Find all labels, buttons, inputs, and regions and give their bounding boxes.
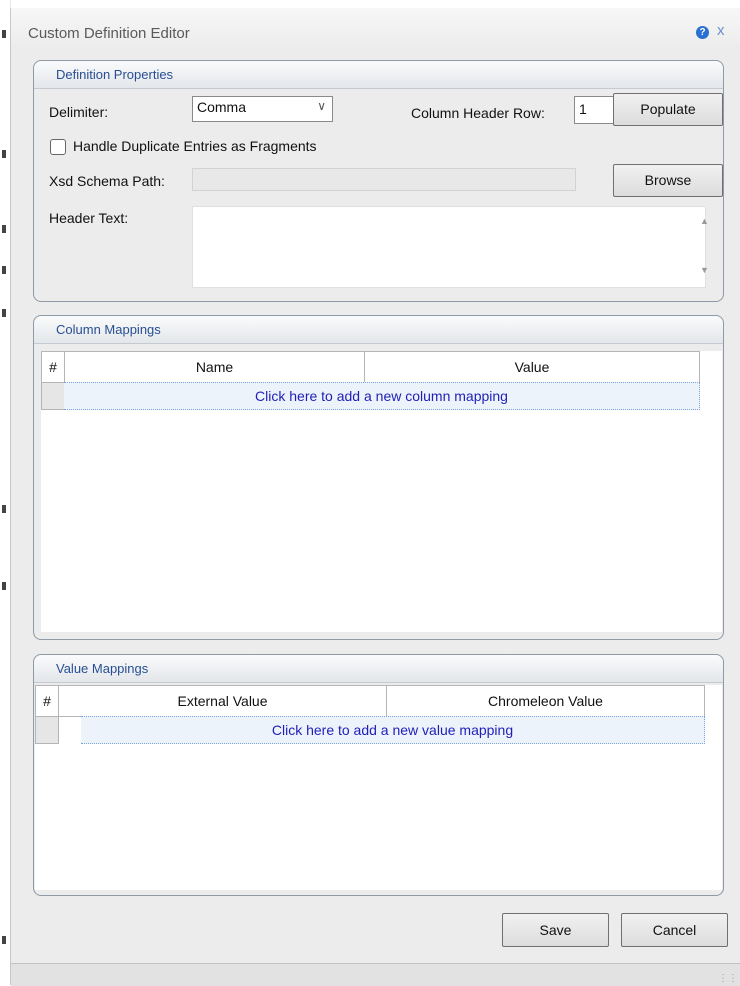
add-value-mapping-link[interactable]: Click here to add a new value mapping bbox=[81, 717, 704, 743]
add-value-mapping-row[interactable]: Click here to add a new value mapping bbox=[81, 716, 705, 744]
column-header-value[interactable]: Value bbox=[365, 352, 699, 382]
populate-button[interactable]: Populate bbox=[613, 93, 723, 126]
delimiter-combo[interactable]: Comma ∨ bbox=[192, 96, 333, 122]
value-header-chromeleon-value[interactable]: Chromeleon Value bbox=[387, 686, 704, 716]
column-header-number[interactable]: # bbox=[42, 352, 65, 382]
handle-duplicates-label: Handle Duplicate Entries as Fragments bbox=[73, 138, 317, 154]
background-mark bbox=[2, 582, 6, 590]
add-column-mapping-row[interactable]: Click here to add a new column mapping bbox=[64, 382, 700, 410]
cancel-button[interactable]: Cancel bbox=[621, 913, 728, 947]
close-icon[interactable]: x bbox=[717, 22, 725, 39]
column-header-row-label: Column Header Row: bbox=[411, 105, 545, 121]
column-mappings-row-selector[interactable] bbox=[41, 382, 65, 410]
column-mappings-header: Column Mappings bbox=[34, 316, 723, 344]
resize-grip-icon[interactable]: ⋮⋮ bbox=[718, 973, 738, 984]
definition-properties-header: Definition Properties bbox=[34, 61, 723, 89]
help-icon[interactable]: ? bbox=[696, 26, 709, 39]
value-mappings-row-selector[interactable] bbox=[35, 716, 59, 744]
background-mark bbox=[2, 266, 6, 274]
delimiter-value: Comma bbox=[197, 99, 247, 115]
background-mark bbox=[2, 30, 6, 38]
save-button[interactable]: Save bbox=[502, 913, 609, 947]
value-mappings-header-row: # External Value Chromeleon Value bbox=[35, 685, 705, 717]
delimiter-label: Delimiter: bbox=[49, 104, 109, 120]
browse-button[interactable]: Browse bbox=[613, 164, 723, 197]
column-mappings-header-row: # Name Value bbox=[41, 351, 700, 383]
column-header-row-field[interactable]: 1 bbox=[574, 96, 615, 124]
value-header-external-value[interactable]: External Value bbox=[59, 686, 387, 716]
title-bar: Custom Definition Editor ? x bbox=[11, 8, 740, 48]
custom-definition-editor-window: Custom Definition Editor ? x Definition … bbox=[10, 8, 740, 986]
handle-duplicates-checkbox[interactable] bbox=[50, 139, 66, 155]
scroll-down-arrow-icon[interactable]: ▼ bbox=[700, 265, 709, 275]
header-text-area[interactable] bbox=[192, 206, 706, 288]
background-mark bbox=[2, 309, 6, 317]
background-mark bbox=[2, 936, 6, 944]
xsd-schema-path-field[interactable] bbox=[192, 168, 576, 191]
xsd-schema-path-label: Xsd Schema Path: bbox=[49, 173, 165, 189]
add-column-mapping-link[interactable]: Click here to add a new column mapping bbox=[64, 383, 699, 409]
column-header-name[interactable]: Name bbox=[65, 352, 365, 382]
background-mark bbox=[2, 505, 6, 513]
background-mark bbox=[2, 225, 6, 233]
column-mappings-title: Column Mappings bbox=[56, 322, 161, 337]
background-mark bbox=[2, 150, 6, 158]
chevron-down-icon[interactable]: ∨ bbox=[317, 99, 326, 113]
value-mappings-header: Value Mappings bbox=[34, 655, 723, 683]
header-text-label: Header Text: bbox=[49, 210, 129, 226]
column-header-row-value: 1 bbox=[579, 101, 587, 117]
value-mappings-title: Value Mappings bbox=[56, 661, 149, 676]
window-title: Custom Definition Editor bbox=[28, 25, 190, 42]
status-bar: ⋮⋮ bbox=[11, 963, 740, 986]
value-header-number[interactable]: # bbox=[36, 686, 59, 716]
definition-properties-title: Definition Properties bbox=[56, 67, 174, 82]
scroll-up-arrow-icon[interactable]: ▲ bbox=[700, 216, 709, 226]
